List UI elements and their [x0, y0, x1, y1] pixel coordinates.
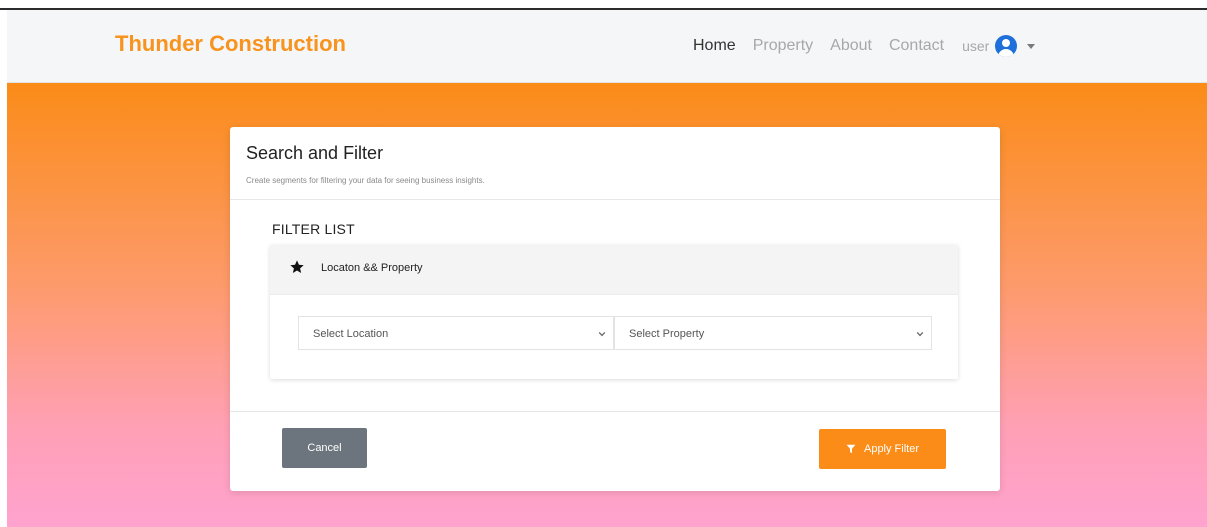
nav-link-home[interactable]: Home	[693, 37, 736, 55]
user-label: user	[962, 38, 990, 54]
filter-list-label: FILTER LIST	[272, 221, 355, 237]
brand-logo[interactable]: Thunder Construction	[115, 31, 346, 57]
nav-link-contact[interactable]: Contact	[889, 37, 944, 55]
location-select[interactable]: Select Location	[298, 316, 614, 350]
filter-panel: Locaton && Property Select Location Sele…	[270, 245, 958, 379]
nav-link-property[interactable]: Property	[753, 37, 813, 55]
nav-links: Home Property About Contact user	[693, 35, 1036, 57]
star-icon	[290, 260, 304, 273]
left-edge	[0, 10, 7, 527]
navbar: Thunder Construction Home Property About…	[7, 10, 1207, 83]
user-menu[interactable]: user	[962, 35, 1036, 57]
caret-down-icon[interactable]	[1027, 43, 1036, 49]
card-footer-divider	[230, 411, 1000, 412]
filter-icon	[846, 444, 856, 454]
location-select-value: Select Location	[313, 328, 389, 340]
cancel-button[interactable]: Cancel	[282, 428, 367, 468]
filter-panel-header: Locaton && Property	[270, 245, 958, 295]
chevron-down-icon	[598, 331, 606, 337]
apply-filter-button[interactable]: Apply Filter	[819, 429, 946, 469]
filter-panel-title: Locaton && Property	[321, 262, 423, 274]
chevron-down-icon	[916, 331, 924, 337]
property-select[interactable]: Select Property	[614, 316, 932, 350]
search-filter-card: Search and Filter Create segments for fi…	[230, 127, 1000, 491]
card-header: Search and Filter Create segments for fi…	[230, 127, 1000, 200]
card-subtitle: Create segments for filtering your data …	[246, 176, 485, 185]
nav-link-about[interactable]: About	[830, 37, 872, 55]
apply-filter-button-label: Apply Filter	[863, 443, 920, 455]
user-circle-icon	[995, 35, 1018, 57]
property-select-value: Select Property	[629, 328, 705, 340]
cancel-button-label: Cancel	[307, 442, 342, 454]
card-title: Search and Filter	[246, 143, 384, 163]
